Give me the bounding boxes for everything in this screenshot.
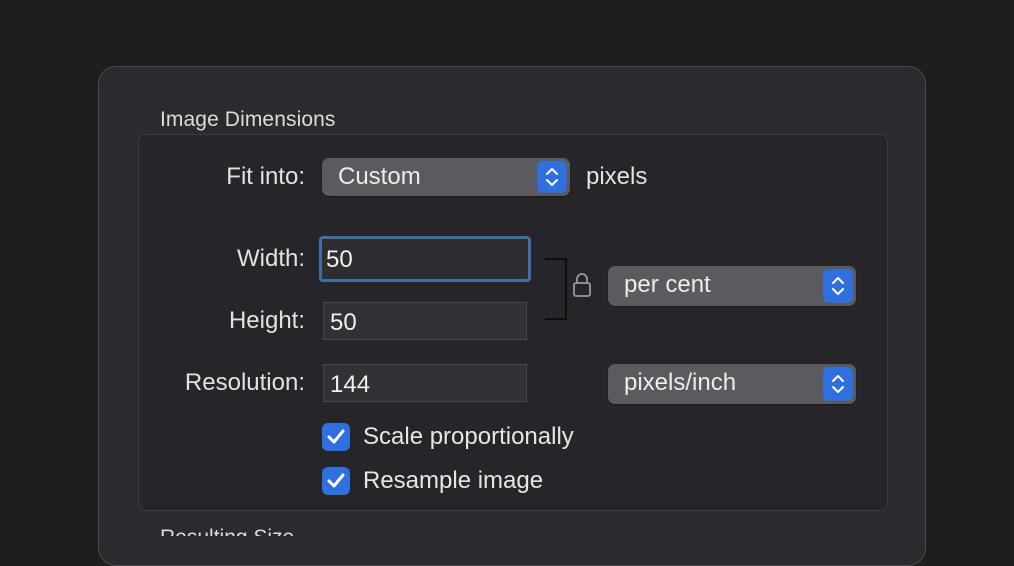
image-dimensions-title: Image Dimensions bbox=[160, 108, 336, 131]
aspect-link-bracket bbox=[545, 258, 567, 320]
checkmark-icon bbox=[327, 429, 345, 444]
fit-into-value: Custom bbox=[338, 163, 421, 190]
chevron-up-down-icon bbox=[823, 367, 853, 401]
resample-image-checkbox[interactable] bbox=[322, 467, 350, 495]
fit-into-unit-label: pixels bbox=[586, 163, 648, 190]
resample-image-option[interactable]: Resample image bbox=[322, 466, 543, 496]
size-unit-popup[interactable]: per cent bbox=[608, 266, 856, 306]
resolution-unit-popup[interactable]: pixels/inch bbox=[608, 364, 856, 404]
fit-into-label: Fit into: bbox=[226, 163, 305, 190]
resulting-size-title: Resulting Size bbox=[160, 526, 460, 536]
scale-proportionally-checkbox[interactable] bbox=[322, 423, 350, 451]
resolution-unit-value: pixels/inch bbox=[624, 369, 737, 396]
resolution-label: Resolution: bbox=[184, 369, 305, 396]
resulting-size-title-clip: Resulting Size bbox=[160, 526, 460, 536]
lock-icon[interactable] bbox=[572, 272, 592, 298]
height-label: Height: bbox=[228, 307, 305, 334]
checkmark-icon bbox=[327, 473, 345, 488]
scale-proportionally-label: Scale proportionally bbox=[363, 423, 574, 450]
chevron-up-down-icon bbox=[823, 269, 853, 303]
height-field[interactable] bbox=[323, 302, 527, 340]
chevron-up-down-icon bbox=[537, 161, 567, 193]
scale-proportionally-option[interactable]: Scale proportionally bbox=[322, 422, 574, 452]
size-unit-value: per cent bbox=[624, 271, 711, 298]
width-label: Width: bbox=[236, 245, 305, 272]
fit-into-popup[interactable]: Custom bbox=[322, 158, 570, 196]
resample-image-label: Resample image bbox=[363, 467, 544, 494]
resolution-field[interactable] bbox=[323, 364, 527, 402]
width-field[interactable] bbox=[319, 236, 531, 282]
